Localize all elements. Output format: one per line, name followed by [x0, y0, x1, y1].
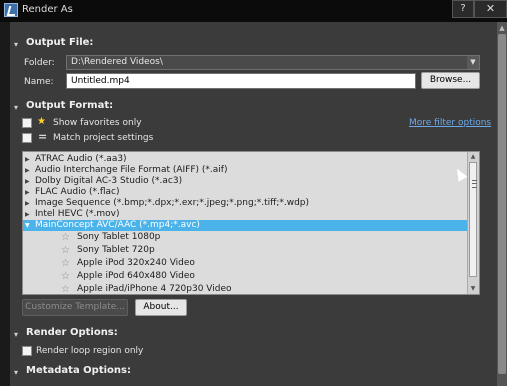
collapse-arrow-icon[interactable]: ▼ [25, 220, 32, 231]
render-options-title: Render Options: [26, 327, 118, 338]
more-filter-options-link[interactable]: More filter options [409, 118, 491, 128]
favorite-star-outline-icon[interactable]: ☆ [61, 258, 70, 269]
list-item[interactable]: ▶ FLAC Audio (*.flac) [23, 187, 468, 198]
list-item[interactable]: ▶ Dolby Digital AC-3 Studio (*.ac3) [23, 176, 468, 187]
match-project-label: Match project settings [53, 133, 154, 143]
match-project-checkbox[interactable] [22, 133, 32, 143]
favorite-star-outline-icon[interactable]: ☆ [61, 245, 70, 256]
window-title: Render As [22, 4, 73, 15]
scroll-up-icon[interactable]: ▲ [468, 152, 478, 161]
folder-label: Folder: [24, 58, 55, 68]
expand-arrow-icon[interactable]: ▶ [25, 154, 32, 165]
collapse-arrow-icon[interactable]: ▾ [14, 369, 22, 377]
collapse-arrow-icon[interactable]: ▾ [14, 41, 22, 49]
browse-button[interactable]: Browse... [421, 72, 480, 89]
list-scrollbar[interactable]: ▲ ▼ [467, 152, 479, 294]
collapse-arrow-icon[interactable]: ▾ [14, 104, 22, 112]
template-item[interactable]: ☆ Apple iPod 320x240 Video [23, 258, 468, 269]
list-item-selected[interactable]: ▼ MainConcept AVC/AAC (*.mp4;*.avc) [23, 220, 468, 231]
metadata-options-title: Metadata Options: [26, 365, 131, 376]
dialog-scrollbar[interactable]: ▲ [497, 22, 507, 386]
expand-arrow-icon[interactable]: ▶ [25, 165, 32, 176]
vegas-app-icon [4, 3, 18, 17]
show-favorites-label: Show favorites only [53, 118, 142, 128]
title-bar: Render As ? ✕ [0, 0, 507, 22]
about-button[interactable]: About... [135, 299, 187, 316]
customize-template-button[interactable]: Customize Template... [22, 299, 128, 316]
list-scrollbar-thumb[interactable] [469, 162, 477, 277]
template-item[interactable]: ☆ Apple iPad/iPhone 4 720p30 Video [23, 284, 468, 294]
output-format-title: Output Format: [26, 100, 114, 111]
favorite-star-icon: ★ [37, 116, 46, 127]
help-button[interactable]: ? [452, 0, 474, 18]
expand-arrow-icon[interactable]: ▶ [25, 187, 32, 198]
list-item[interactable]: ▶ Audio Interchange File Format (AIFF) (… [23, 165, 468, 176]
favorite-star-outline-icon[interactable]: ☆ [61, 284, 70, 294]
render-loop-checkbox[interactable] [22, 346, 32, 356]
template-item[interactable]: ☆ Sony Tablet 1080p [23, 232, 468, 243]
list-item[interactable]: ▶ ATRAC Audio (*.aa3) [23, 154, 468, 165]
close-button[interactable]: ✕ [474, 0, 507, 18]
render-loop-label: Render loop region only [36, 346, 144, 356]
dialog-scrollbar-thumb[interactable] [498, 34, 506, 374]
template-item[interactable]: ☆ Apple iPod 640x480 Video [23, 271, 468, 282]
name-input[interactable] [66, 73, 416, 89]
expand-arrow-icon[interactable]: ▶ [25, 198, 32, 209]
scroll-up-icon[interactable]: ▲ [497, 23, 507, 33]
template-item[interactable]: ☆ Sony Tablet 720p [23, 245, 468, 256]
list-item[interactable]: ▶ Intel HEVC (*.mov) [23, 209, 468, 220]
folder-value: D:\Rendered Videos\ [71, 57, 163, 67]
equals-icon: = [38, 130, 48, 143]
show-favorites-checkbox[interactable] [22, 118, 32, 128]
favorite-star-outline-icon[interactable]: ☆ [61, 271, 70, 282]
expand-arrow-icon[interactable]: ▶ [25, 176, 32, 187]
folder-dropdown[interactable]: D:\Rendered Videos\ ▼ [66, 55, 480, 70]
favorite-star-outline-icon[interactable]: ☆ [61, 232, 70, 243]
format-list[interactable]: ▶ ATRAC Audio (*.aa3) ▶ Audio Interchang… [22, 151, 480, 295]
scroll-down-icon[interactable]: ▼ [468, 284, 478, 293]
grip-icon [472, 180, 477, 188]
output-file-title: Output File: [26, 37, 94, 48]
dropdown-arrow-icon[interactable]: ▼ [467, 56, 479, 69]
expand-arrow-icon[interactable]: ▶ [25, 209, 32, 220]
collapse-arrow-icon[interactable]: ▾ [14, 331, 22, 339]
list-item[interactable]: ▶ Image Sequence (*.bmp;*.dpx;*.exr;*.jp… [23, 198, 468, 209]
name-label: Name: [24, 77, 54, 87]
